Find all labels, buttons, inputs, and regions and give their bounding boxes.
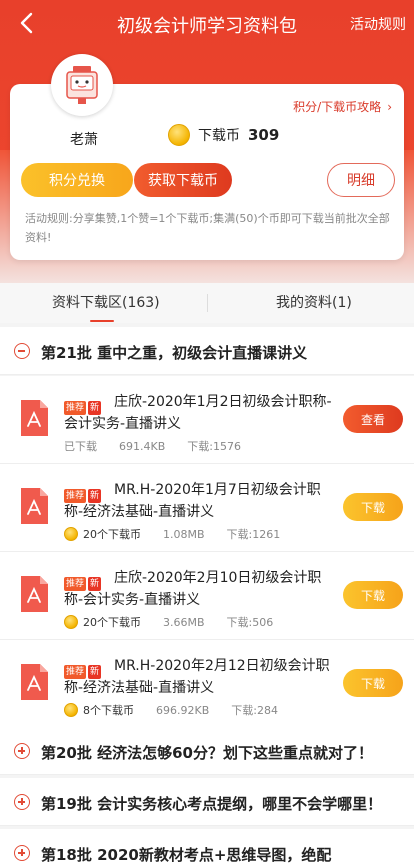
item-meta: 20个下载币 3.66MB 下载:506 — [64, 614, 273, 630]
item-price: 20个下载币 — [83, 616, 141, 629]
tab-bar: 资料下载区(163) 我的资料(1) — [0, 283, 414, 323]
download-button[interactable]: 下载 — [343, 669, 403, 697]
section-title: 第20批 经济法怎够60分？划下这些重点就对了！ — [41, 744, 373, 762]
coin-icon — [64, 703, 78, 717]
expand-icon — [14, 743, 30, 759]
robot-mascot-icon — [66, 66, 98, 104]
list-item[interactable]: 庄欣-2020年1月2日初级会计职称-会计实务-直播讲义 推荐 新 已下载 69… — [0, 376, 414, 464]
get-coins-button[interactable]: 获取下载币 — [134, 163, 232, 197]
coin-icon — [168, 124, 190, 146]
detail-button[interactable]: 明细 — [327, 163, 395, 197]
download-button[interactable]: 下载 — [343, 493, 403, 521]
coin-icon — [64, 615, 78, 629]
section-batch-18[interactable]: 第18批 2020新教材考点+思维导图，绝配 — [0, 829, 414, 864]
section-batch-21[interactable]: 第21批 重中之重，初级会计直播课讲义 — [0, 327, 414, 375]
new-badge: 新 — [88, 489, 102, 503]
pdf-file-icon — [21, 576, 48, 612]
section-batch-19[interactable]: 第19批 会计实务核心考点提纲，哪里不会学哪里！ — [0, 778, 414, 826]
activity-rules-text: 活动规则:分享集赞,1个赞=1个下载币;集满(50)个币即可下载当前批次全部资料… — [25, 212, 390, 244]
expand-icon — [14, 845, 30, 861]
item-tags: 推荐 新 — [64, 401, 102, 415]
avatar[interactable] — [51, 54, 113, 116]
list-item[interactable]: 庄欣-2020年2月10日初级会计职称-会计实务-直播讲义 推荐 新 20个下载… — [0, 552, 414, 640]
coin-icon — [64, 527, 78, 541]
item-tags: 推荐 新 — [64, 665, 102, 679]
new-badge: 新 — [88, 577, 102, 591]
item-title: 庄欣-2020年1月2日初级会计职称-会计实务-直播讲义 — [64, 394, 332, 432]
item-title: MR.H-2020年1月7日初级会计职称-经济法基础-直播讲义 — [64, 482, 321, 520]
download-count: 下载:506 — [226, 616, 274, 629]
item-price: 20个下载币 — [83, 528, 141, 541]
item-meta: 8个下载币 696.92KB 下载:284 — [64, 702, 278, 718]
username: 老萧 — [70, 132, 98, 148]
section-title: 第21批 重中之重，初级会计直播课讲义 — [41, 344, 308, 362]
coin-strategy-link[interactable]: 积分/下载币攻略 › — [293, 98, 392, 115]
download-button[interactable]: 下载 — [343, 581, 403, 609]
top-bar: 初级会计师学习资料包 活动规则 — [0, 0, 414, 48]
exchange-points-button[interactable]: 积分兑换 — [21, 163, 133, 197]
view-button[interactable]: 查看 — [343, 405, 403, 433]
tab-divider — [207, 294, 208, 312]
item-meta: 20个下载币 1.08MB 下载:1261 — [64, 526, 280, 542]
item-price: 8个下载币 — [83, 704, 134, 717]
item-title: MR.H-2020年2月12日初级会计职称-经济法基础-直播讲义 — [64, 658, 330, 696]
pdf-file-icon — [21, 664, 48, 700]
recommend-badge: 推荐 — [64, 401, 87, 415]
file-size: 3.66MB — [163, 615, 205, 629]
recommend-badge: 推荐 — [64, 665, 87, 679]
tab-my-materials[interactable]: 我的资料(1) — [276, 292, 352, 312]
item-title: 庄欣-2020年2月10日初级会计职称-会计实务-直播讲义 — [64, 570, 322, 608]
file-size: 696.92KB — [156, 703, 210, 717]
file-size: 1.08MB — [163, 527, 205, 541]
list-item[interactable]: MR.H-2020年2月12日初级会计职称-经济法基础-直播讲义 推荐 新 8个… — [0, 640, 414, 728]
coin-balance: 下载币 309 — [168, 124, 279, 146]
section-title: 第19批 会计实务核心考点提纲，哪里不会学哪里！ — [41, 795, 383, 813]
recommend-badge: 推荐 — [64, 577, 87, 591]
new-badge: 新 — [88, 665, 102, 679]
list-item[interactable]: MR.H-2020年1月7日初级会计职称-经济法基础-直播讲义 推荐 新 20个… — [0, 464, 414, 552]
coin-label: 下载币 — [198, 128, 240, 144]
item-tags: 推荐 新 — [64, 577, 102, 591]
recommend-badge: 推荐 — [64, 489, 87, 503]
tab-download-area[interactable]: 资料下载区(163) — [52, 292, 160, 312]
download-count: 下载:1261 — [226, 528, 281, 541]
file-size: 691.4KB — [119, 439, 166, 453]
new-badge: 新 — [88, 401, 102, 415]
active-tab-indicator — [90, 320, 114, 322]
item-tags: 推荐 新 — [64, 489, 102, 503]
coin-count: 309 — [248, 126, 280, 144]
item-meta: 已下载 691.4KB 下载:1576 — [64, 438, 241, 454]
download-count: 下载:1576 — [187, 440, 241, 453]
section-title: 第18批 2020新教材考点+思维导图，绝配 — [41, 846, 332, 864]
expand-icon — [14, 794, 30, 810]
pdf-file-icon — [21, 488, 48, 524]
coin-strategy-label: 积分/下载币攻略 — [293, 100, 382, 114]
download-count: 下载:284 — [231, 704, 278, 717]
activity-rules-link[interactable]: 活动规则 — [350, 14, 406, 34]
chevron-right-icon: › — [387, 100, 392, 114]
section-batch-20[interactable]: 第20批 经济法怎够60分？划下这些重点就对了！ — [0, 727, 414, 775]
collapse-icon — [14, 343, 30, 359]
download-status: 已下载 — [64, 440, 97, 453]
pdf-file-icon — [21, 400, 48, 436]
